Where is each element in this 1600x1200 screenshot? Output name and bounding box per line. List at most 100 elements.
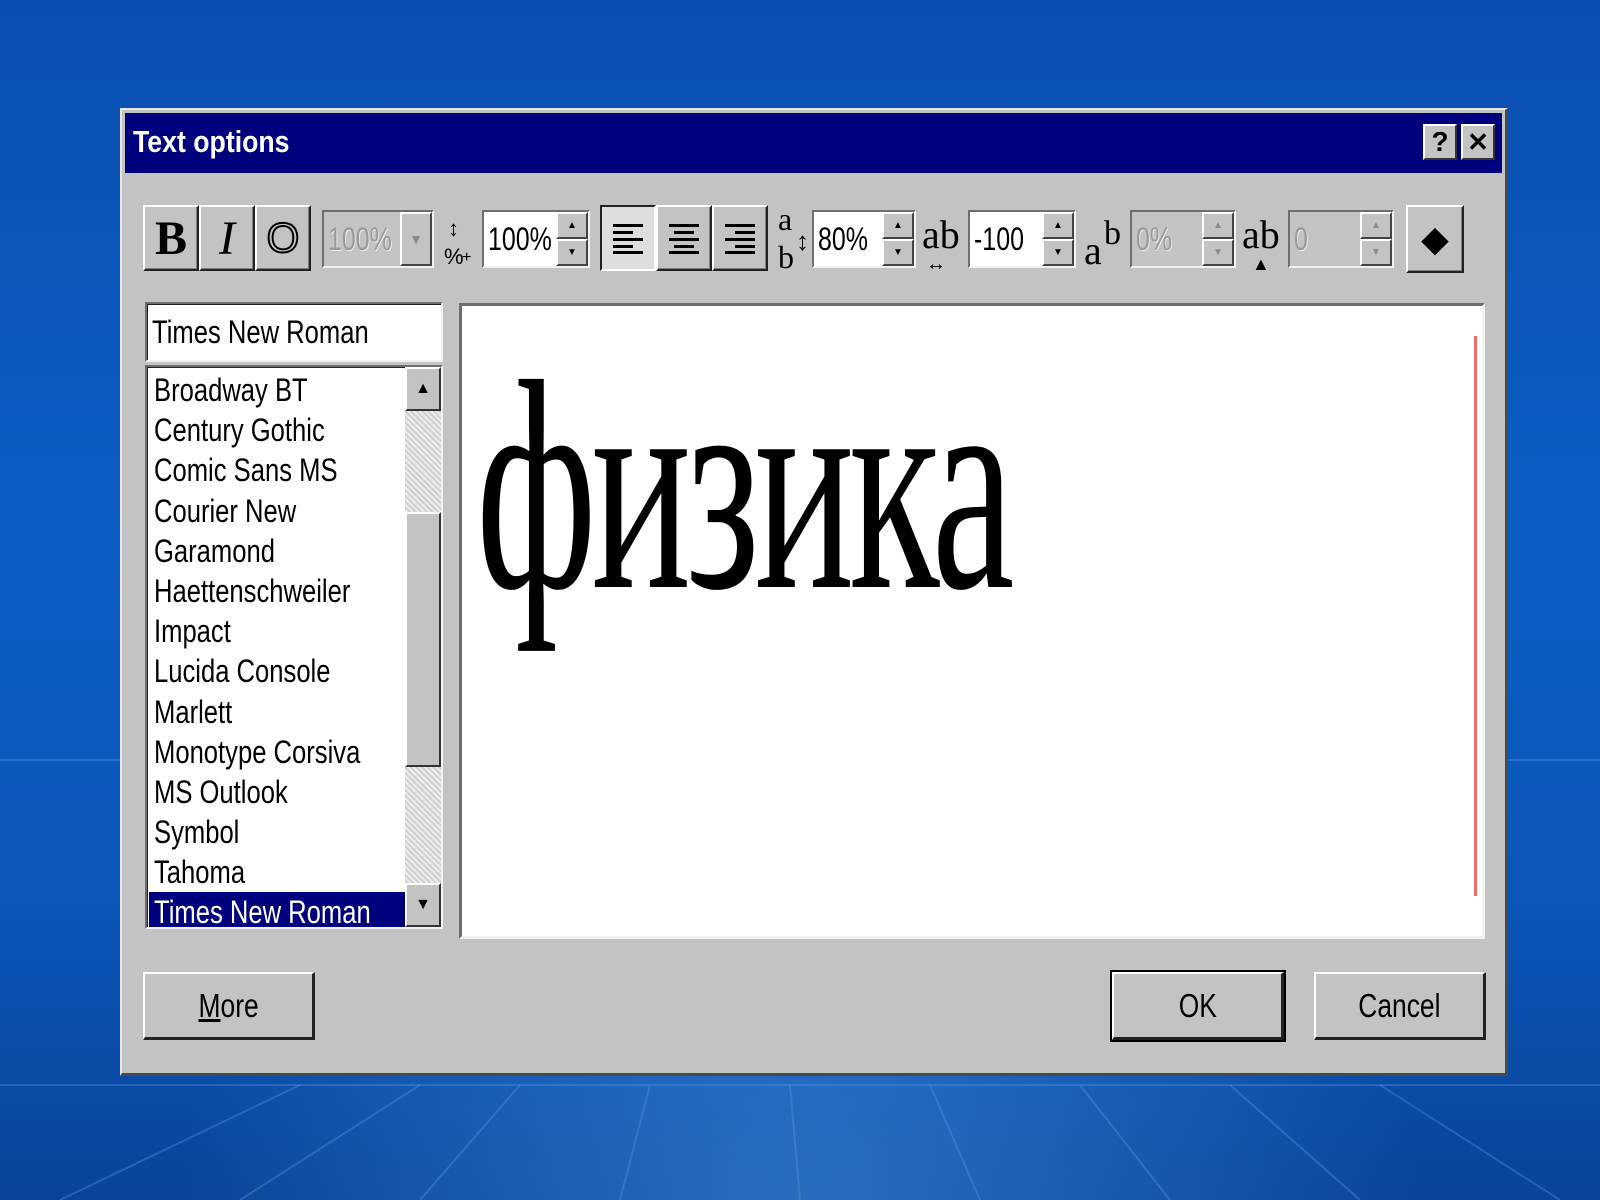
font-list-item-label: Tahoma bbox=[154, 854, 246, 891]
font-size-down[interactable]: ▼ bbox=[556, 239, 588, 266]
font-list-item-label: Broadway BT bbox=[154, 372, 308, 408]
svg-text:↕: ↕ bbox=[448, 216, 459, 241]
char-spacing-icon: ab ↔ bbox=[922, 206, 966, 276]
font-list-item[interactable]: Courier New bbox=[149, 491, 405, 531]
superscript-up[interactable]: ▲ bbox=[1202, 212, 1234, 239]
more-button-label: More bbox=[198, 986, 259, 1024]
font-list-item[interactable]: MS Outlook bbox=[149, 772, 405, 812]
font-list-item-label: Century Gothic bbox=[154, 412, 325, 449]
baseline-down[interactable]: ▼ bbox=[1360, 239, 1392, 266]
baseline-value: 0 bbox=[1294, 221, 1308, 257]
svg-text:b: b bbox=[1104, 215, 1121, 252]
more-button[interactable]: More bbox=[143, 972, 315, 1040]
svg-text:+: + bbox=[462, 249, 471, 266]
font-list-item-label: Marlett bbox=[154, 693, 233, 730]
font-name-input[interactable]: Times New Roman bbox=[145, 302, 443, 362]
cancel-button[interactable]: Cancel bbox=[1314, 972, 1486, 1040]
font-list-item[interactable]: Lucida Console bbox=[149, 651, 405, 691]
dialog-title: Text options bbox=[133, 124, 290, 159]
ok-button[interactable]: OK bbox=[1110, 970, 1286, 1042]
preview-text: физика bbox=[476, 320, 1014, 652]
font-list-item-label: Symbol bbox=[154, 814, 240, 851]
align-right-button[interactable] bbox=[712, 205, 768, 271]
scroll-thumb[interactable] bbox=[405, 512, 441, 767]
baseline-spinner[interactable]: 0 ▲ ▼ bbox=[1288, 210, 1394, 268]
line-spacing-icon: a b ↕ bbox=[776, 201, 814, 278]
font-size-value: 100% bbox=[488, 221, 552, 257]
font-list-items: Broadway BT Century Gothic Comic Sans MS Co… bbox=[149, 370, 405, 929]
svg-text:b: b bbox=[778, 239, 794, 274]
char-spacing-spinner[interactable]: -100 ▲ ▼ bbox=[968, 210, 1076, 268]
font-list-item[interactable]: Haettenschweiler bbox=[149, 571, 405, 611]
svg-text:ab: ab bbox=[922, 212, 960, 257]
width-value: 100% bbox=[328, 221, 392, 257]
svg-text:↔: ↔ bbox=[926, 253, 946, 272]
font-list-item[interactable]: Impact bbox=[149, 611, 405, 651]
scroll-down-arrow[interactable]: ▼ bbox=[405, 883, 441, 927]
font-list-item-label: Lucida Console bbox=[154, 653, 331, 690]
superscript-spinner[interactable]: 0% ▲ ▼ bbox=[1130, 210, 1236, 268]
svg-text:▲: ▲ bbox=[1252, 254, 1270, 272]
align-left-button[interactable] bbox=[600, 205, 656, 271]
width-dropdown-arrow[interactable]: ▼ bbox=[400, 212, 432, 266]
cancel-button-label: Cancel bbox=[1358, 986, 1441, 1024]
font-list-item[interactable]: Symbol bbox=[149, 812, 405, 852]
baseline-shift-icon: ab ▲ bbox=[1242, 206, 1286, 276]
superscript-value: 0% bbox=[1136, 221, 1173, 257]
line-spacing-down[interactable]: ▼ bbox=[882, 239, 914, 266]
text-options-dialog: Text options ? ✕ B I O 100% ▼ ↕% + 100% ▲… bbox=[120, 108, 1508, 1076]
svg-text:a: a bbox=[778, 202, 792, 237]
svg-text:%: % bbox=[444, 244, 464, 268]
close-button[interactable]: ✕ bbox=[1461, 124, 1495, 160]
font-list-scrollbar[interactable]: ▲ ▼ bbox=[405, 367, 441, 927]
scroll-up-arrow[interactable]: ▲ bbox=[405, 367, 441, 411]
outline-label: O bbox=[266, 213, 301, 262]
char-spacing-value: -100 bbox=[974, 221, 1024, 257]
line-spacing-up[interactable]: ▲ bbox=[882, 212, 914, 239]
ok-button-label: OK bbox=[1178, 986, 1217, 1024]
text-color-button[interactable]: ◆ bbox=[1406, 205, 1464, 273]
preview-margin-line bbox=[1474, 336, 1477, 896]
line-spacing-value: 80% bbox=[818, 221, 868, 257]
bold-button[interactable]: B bbox=[143, 205, 199, 271]
font-list-item[interactable]: Tahoma bbox=[149, 852, 405, 892]
font-name-value: Times New Roman bbox=[152, 314, 369, 350]
title-bar[interactable]: Text options ? ✕ bbox=[125, 113, 1502, 173]
help-button[interactable]: ? bbox=[1423, 124, 1457, 160]
font-size-up[interactable]: ▲ bbox=[556, 212, 588, 239]
font-list-item-label: Monotype Corsiva bbox=[154, 733, 361, 770]
font-size-icon: ↕% + bbox=[444, 214, 480, 273]
svg-text:a: a bbox=[1084, 228, 1102, 272]
font-list-item[interactable]: Comic Sans MS bbox=[149, 450, 405, 490]
italic-button[interactable]: I bbox=[199, 205, 255, 271]
svg-text:ab: ab bbox=[1242, 212, 1280, 257]
text-preview: физика bbox=[459, 303, 1485, 939]
font-list-item[interactable]: Broadway BT bbox=[149, 370, 405, 410]
char-spacing-down[interactable]: ▼ bbox=[1042, 239, 1074, 266]
font-list-item[interactable]: Times New Roman bbox=[149, 892, 405, 929]
font-list-item-label: Haettenschweiler bbox=[154, 572, 351, 609]
baseline-up[interactable]: ▲ bbox=[1360, 212, 1392, 239]
font-list-item[interactable]: Century Gothic bbox=[149, 410, 405, 450]
superscript-down[interactable]: ▼ bbox=[1202, 239, 1234, 266]
char-spacing-up[interactable]: ▲ bbox=[1042, 212, 1074, 239]
font-list-item[interactable]: Monotype Corsiva bbox=[149, 732, 405, 772]
line-spacing-spinner[interactable]: 80% ▲ ▼ bbox=[812, 210, 916, 268]
outline-button[interactable]: O bbox=[255, 205, 311, 271]
align-left-icon bbox=[613, 224, 643, 254]
font-list-item[interactable]: Garamond bbox=[149, 531, 405, 571]
align-center-icon bbox=[669, 224, 699, 254]
font-list-item-label: MS Outlook bbox=[154, 773, 288, 810]
width-dropdown[interactable]: 100% ▼ bbox=[322, 210, 434, 268]
font-list-item-label: Courier New bbox=[154, 492, 297, 529]
font-list-item[interactable]: Marlett bbox=[149, 692, 405, 732]
font-list[interactable]: Broadway BT Century Gothic Comic Sans MS Co… bbox=[145, 365, 443, 929]
align-center-button[interactable] bbox=[656, 205, 712, 271]
superscript-icon: ab bbox=[1084, 206, 1128, 276]
align-right-icon bbox=[725, 224, 755, 254]
font-list-item-label: Times New Roman bbox=[154, 894, 371, 929]
font-list-item-label: Garamond bbox=[154, 532, 275, 569]
font-size-spinner[interactable]: 100% ▲ ▼ bbox=[482, 210, 590, 268]
svg-text:↕: ↕ bbox=[796, 226, 809, 256]
font-list-item-label: Impact bbox=[154, 613, 231, 650]
